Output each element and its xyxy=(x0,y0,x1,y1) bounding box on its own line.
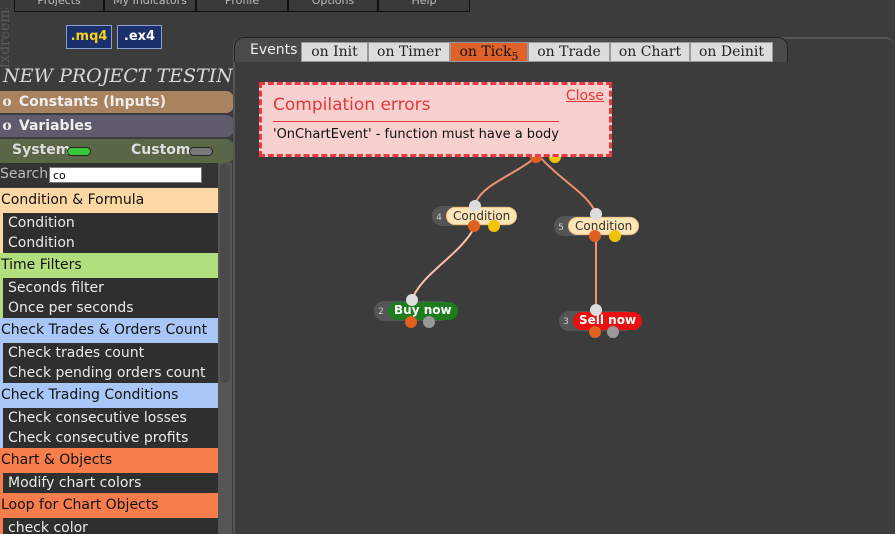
input-dot[interactable] xyxy=(469,200,481,212)
node-number: 4 xyxy=(436,213,442,223)
output-dot[interactable] xyxy=(405,316,417,328)
divider xyxy=(273,121,559,122)
error-title: Compilation errors xyxy=(273,95,431,115)
node-label: Buy now xyxy=(388,302,458,320)
connection-wires xyxy=(411,156,597,310)
node-label: Condition xyxy=(446,207,518,225)
output-dot[interactable] xyxy=(607,326,619,338)
input-dot[interactable] xyxy=(590,304,602,316)
node-label: Condition xyxy=(568,217,640,235)
error-message: 'OnChartEvent' - function must have a bo… xyxy=(273,127,559,142)
output-dot[interactable] xyxy=(589,326,601,338)
output-dot[interactable] xyxy=(488,220,500,232)
output-dot[interactable] xyxy=(589,230,601,242)
output-dot[interactable] xyxy=(423,316,435,328)
compilation-error-popup: Compilation errors Close 'OnChartEvent' … xyxy=(259,82,612,157)
output-dot[interactable] xyxy=(609,230,621,242)
input-dot[interactable] xyxy=(590,208,602,220)
wire xyxy=(474,156,537,206)
wire xyxy=(539,156,597,215)
input-dot[interactable] xyxy=(406,294,418,306)
close-link[interactable]: Close xyxy=(566,88,604,104)
node-number: 3 xyxy=(563,317,569,327)
node-number: 5 xyxy=(558,223,564,233)
output-dot[interactable] xyxy=(468,220,480,232)
wire xyxy=(411,227,475,301)
node-number: 2 xyxy=(378,307,384,317)
